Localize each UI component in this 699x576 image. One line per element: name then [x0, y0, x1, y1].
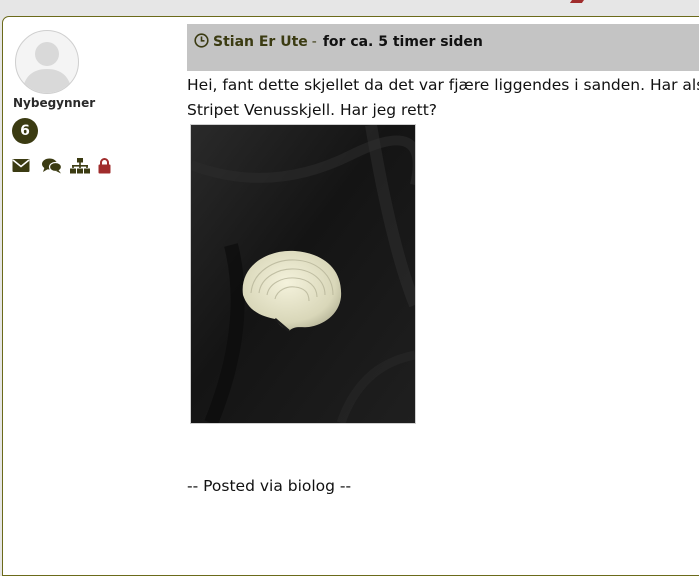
sitemap-icon[interactable]	[70, 158, 90, 178]
post-author-link[interactable]: Stian Er Ute	[213, 34, 308, 50]
post-signature: -- Posted via biolog --	[187, 477, 352, 495]
post-header: Stian Er Ute - for ca. 5 timer siden	[187, 24, 699, 71]
avatar[interactable]	[15, 30, 79, 94]
clock-icon	[194, 33, 209, 52]
envelope-icon[interactable]	[12, 158, 30, 177]
post-text-line: Stripet Venusskjell. Har jeg rett?	[187, 101, 438, 119]
post-text-line: Hei, fant dette skjellet da det var fjær…	[187, 76, 699, 94]
shell-on-black-fabric-photo	[191, 125, 415, 423]
comments-icon[interactable]	[42, 158, 63, 178]
user-rank: Nybegynner	[13, 96, 96, 110]
shell-photo[interactable]	[190, 124, 416, 424]
header-separator: -	[311, 34, 317, 50]
forum-post: Nybegynner 6 Stian Er Ute - for ca. 5 ti…	[2, 16, 699, 576]
post-count-badge: 6	[12, 118, 38, 144]
default-user-icon	[22, 42, 72, 93]
top-accent-mark	[569, 0, 587, 3]
lock-icon[interactable]	[98, 158, 111, 178]
post-body: Hei, fant dette skjellet da det var fjær…	[187, 73, 699, 123]
post-timestamp: for ca. 5 timer siden	[322, 34, 483, 50]
